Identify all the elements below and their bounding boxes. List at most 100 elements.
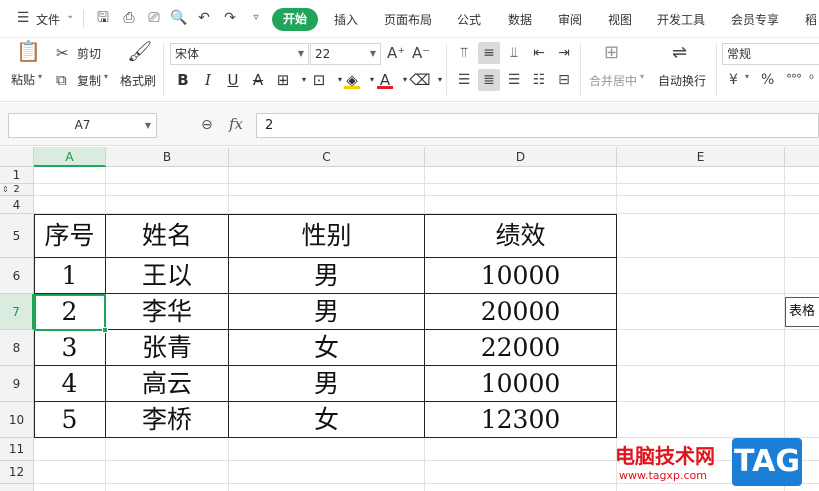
table-cell[interactable]: 男 xyxy=(229,294,425,330)
font-color-icon[interactable]: A xyxy=(374,69,396,91)
column-header-c[interactable]: C xyxy=(229,147,425,167)
save-icon[interactable]: 🖫 xyxy=(94,9,112,27)
table-cell[interactable]: 王以 xyxy=(106,258,229,294)
tab-view[interactable]: 视图 xyxy=(608,11,632,28)
tab-developer[interactable]: 开发工具 xyxy=(657,11,705,28)
chevron-down-icon[interactable]: ▾ xyxy=(429,69,451,91)
merge-dropdown-icon[interactable]: ▾ xyxy=(640,72,644,81)
strikethrough-icon[interactable]: A xyxy=(247,69,269,91)
number-format-select[interactable]: 常规 xyxy=(722,43,819,65)
merge-center-button[interactable]: 合并居中 xyxy=(589,72,637,89)
font-size-select[interactable]: 22 ▼ xyxy=(310,43,381,65)
font-name-select[interactable]: 宋体 ▼ xyxy=(170,43,309,65)
header-cell-performance[interactable]: 绩效 xyxy=(425,214,617,258)
table-cell[interactable]: 女 xyxy=(229,402,425,438)
paste-icon[interactable]: 📋 xyxy=(16,41,41,61)
decrease-indent-icon[interactable]: ⇤ xyxy=(528,42,550,64)
column-header-b[interactable]: B xyxy=(106,147,229,167)
export-pdf-icon[interactable]: ⎙ xyxy=(120,9,138,27)
tab-formulas[interactable]: 公式 xyxy=(457,11,481,28)
table-cell[interactable]: 12300 xyxy=(425,402,617,438)
name-box[interactable]: A7 ▼ xyxy=(8,113,157,138)
increase-indent-icon[interactable]: ⇥ xyxy=(553,42,575,64)
header-cell-name[interactable]: 姓名 xyxy=(106,214,229,258)
customize-quick-access-icon[interactable]: ▿ xyxy=(247,9,265,27)
table-cell[interactable]: 男 xyxy=(229,258,425,294)
tab-page-layout[interactable]: 页面布局 xyxy=(384,11,432,28)
cut-button[interactable]: 剪切 xyxy=(77,45,101,62)
row-header-8[interactable]: 8 xyxy=(0,330,34,366)
table-cell[interactable]: 20000 xyxy=(425,294,617,330)
align-middle-icon[interactable]: ≡ xyxy=(478,42,500,64)
table-cell[interactable]: 李桥 xyxy=(106,402,229,438)
hamburger-menu-icon[interactable]: ☰ xyxy=(14,9,32,27)
bold-icon[interactable]: B xyxy=(172,69,194,91)
table-cell[interactable]: 李华 xyxy=(106,294,229,330)
align-bottom-icon[interactable]: ⫫ xyxy=(503,42,525,64)
format-painter-button[interactable]: 格式刷 xyxy=(120,72,156,89)
tab-overflow[interactable]: 稻 xyxy=(805,11,817,28)
increase-font-size-icon[interactable]: A⁺ xyxy=(387,44,405,62)
borders-icon[interactable]: ⊞ xyxy=(272,69,294,91)
row-header-4[interactable]: 4 xyxy=(0,196,34,214)
column-header-d[interactable]: D xyxy=(425,147,617,167)
paste-button[interactable]: 粘贴 xyxy=(11,71,35,88)
print-icon[interactable]: ⎚ xyxy=(145,9,163,27)
cell-style-icon[interactable]: ⊡ xyxy=(308,69,330,91)
tab-data[interactable]: 数据 xyxy=(508,11,532,28)
percent-icon[interactable]: % xyxy=(761,71,774,89)
table-cell[interactable]: 22000 xyxy=(425,330,617,366)
fill-handle[interactable] xyxy=(102,327,108,333)
thousands-separator-icon[interactable]: °°° xyxy=(786,70,802,88)
table-cell[interactable]: 4 xyxy=(34,366,106,402)
row-header-9[interactable]: 9 xyxy=(0,366,34,402)
align-left-icon[interactable]: ☰ xyxy=(453,69,475,91)
unhide-rows-icon[interactable]: ⇕ xyxy=(2,184,9,195)
row-header-10[interactable]: 10 xyxy=(0,402,34,438)
file-menu[interactable]: 文件 xyxy=(36,11,60,28)
align-top-icon[interactable]: ⫪ xyxy=(453,42,475,64)
wrap-text-button[interactable]: 自动换行 xyxy=(658,72,706,89)
tab-member[interactable]: 会员专享 xyxy=(731,11,779,28)
table-cell[interactable]: 男 xyxy=(229,366,425,402)
select-all-corner[interactable] xyxy=(0,147,34,167)
tab-home[interactable]: 开始 xyxy=(272,8,318,31)
row-header-2[interactable]: ⇕ 2 xyxy=(0,184,34,196)
header-cell-gender[interactable]: 性别 xyxy=(229,214,425,258)
row-header-12[interactable]: 12 xyxy=(0,461,34,484)
undo-icon[interactable]: ↶ xyxy=(195,9,213,27)
table-cell[interactable]: 1 xyxy=(34,258,106,294)
print-preview-icon[interactable]: 🔍 xyxy=(170,9,188,27)
table-cell[interactable]: 5 xyxy=(34,402,106,438)
copy-dropdown-icon[interactable]: ▾ xyxy=(104,72,108,81)
decimal-icon[interactable]: ⁰ xyxy=(809,70,814,88)
tab-insert[interactable]: 插入 xyxy=(334,11,358,28)
justify-icon[interactable]: ☷ xyxy=(528,69,550,91)
fill-color-icon[interactable]: ◈ xyxy=(341,69,363,91)
row-header-7[interactable]: 7 xyxy=(0,294,34,330)
paste-dropdown-icon[interactable]: ▾ xyxy=(38,72,42,81)
align-right-icon[interactable]: ☰ xyxy=(503,69,525,91)
align-center-icon[interactable]: ≣ xyxy=(478,69,500,91)
distributed-align-icon[interactable]: ⊟ xyxy=(553,69,575,91)
header-cell-index[interactable]: 序号 xyxy=(34,214,106,258)
insert-function-icon[interactable]: fx xyxy=(229,115,243,133)
column-header-e[interactable]: E xyxy=(617,147,785,167)
underline-icon[interactable]: U xyxy=(222,69,244,91)
table-cell[interactable]: 高云 xyxy=(106,366,229,402)
zoom-icon[interactable]: ⊖ xyxy=(201,117,213,133)
formula-input[interactable]: 2 xyxy=(256,113,819,138)
clear-format-icon[interactable]: ⌫ xyxy=(409,69,431,91)
row-header-13[interactable] xyxy=(0,484,34,491)
row-header-6[interactable]: 6 xyxy=(0,258,34,294)
table-cell[interactable]: 女 xyxy=(229,330,425,366)
redo-icon[interactable]: ↷ xyxy=(221,9,239,27)
column-header-a[interactable]: A xyxy=(34,147,106,167)
chevron-down-icon[interactable]: ▾ xyxy=(745,72,749,81)
tab-review[interactable]: 审阅 xyxy=(558,11,582,28)
row-header-1[interactable]: 1 xyxy=(0,167,34,184)
italic-icon[interactable]: I xyxy=(197,69,219,91)
currency-icon[interactable]: ¥ xyxy=(729,71,738,89)
table-cell[interactable]: 张青 xyxy=(106,330,229,366)
column-header-f[interactable] xyxy=(785,147,819,167)
